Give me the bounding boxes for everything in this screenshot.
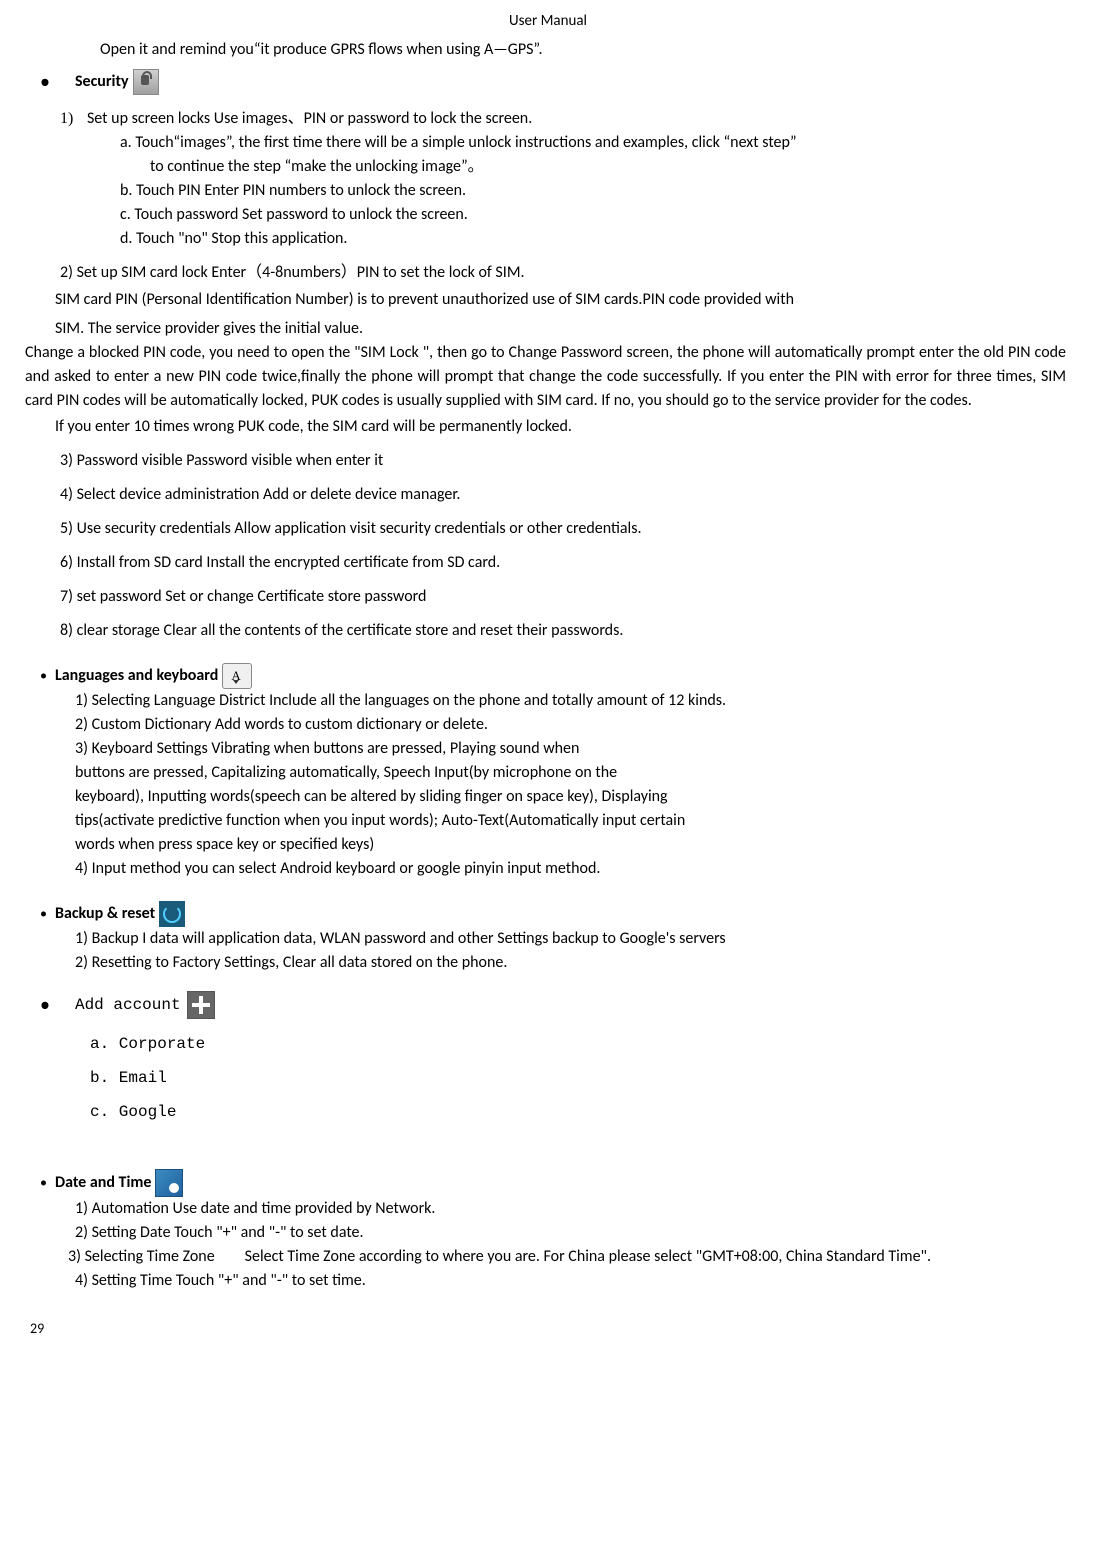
lang-item3-l3: keyboard), Inputting words(speech can be… <box>75 785 1076 809</box>
page-header: User Manual <box>20 10 1076 33</box>
sub-c: c. Touch password Set password to unlock… <box>120 203 1076 227</box>
dt-item1: 1) Automation Use date and time provided… <box>75 1197 1076 1221</box>
puk-warning: If you enter 10 times wrong PUK code, th… <box>55 415 1076 439</box>
item1-num: 1) <box>60 110 73 127</box>
item7: 7) set password Set or change Certificat… <box>60 585 1076 609</box>
backup-item2: 2) Resetting to Factory Settings, Clear … <box>75 951 1076 975</box>
pin-para2: SIM. The service provider gives the init… <box>55 317 1076 341</box>
pin-para1: SIM card PIN (Personal Identification Nu… <box>55 288 1076 312</box>
bullet: • <box>40 665 47 686</box>
item6: 6) Install from SD card Install the encr… <box>60 551 1076 575</box>
lang-item3-l4: tips(activate predictive function when y… <box>75 809 1076 833</box>
item2: 2) Set up SIM card lock Enter（4-8numbers… <box>60 261 1076 285</box>
bullet: • <box>40 1172 47 1193</box>
backup-title: Backup & reset <box>55 902 155 926</box>
languages-title: Languages and keyboard <box>55 664 218 688</box>
datetime-icon <box>155 1169 183 1197</box>
change-pin-para: Change a blocked PIN code, you need to o… <box>25 341 1066 413</box>
security-title: Security <box>75 70 129 94</box>
bullet: • <box>40 903 47 924</box>
bullet: • <box>40 990 50 1020</box>
add-icon <box>187 991 215 1019</box>
sub-a: a. Touch“images”, the first time there w… <box>120 131 1076 155</box>
datetime-title: Date and Time <box>55 1171 151 1195</box>
bullet: • <box>40 67 50 97</box>
add-opt-a: a. Corporate <box>90 1032 1076 1056</box>
lang-item4: 4) Input method you can select Android k… <box>75 857 1076 881</box>
lang-item3-l5: words when press space key or specified … <box>75 833 1076 857</box>
item4: 4) Select device administration Add or d… <box>60 483 1076 507</box>
backup-icon <box>159 901 185 927</box>
item1-text: Set up screen locks Use images、PIN or pa… <box>87 109 532 128</box>
dt-item2: 2) Setting Date Touch "+" and "-" to set… <box>75 1221 1076 1245</box>
keyboard-icon <box>222 663 252 689</box>
security-icon <box>133 69 159 95</box>
dt-item3-label: 3) Selecting Time Zone <box>68 1245 215 1269</box>
sub-a-cont: to continue the step “make the unlocking… <box>150 155 1076 179</box>
backup-item1: 1) Backup I data will application data, … <box>75 927 1076 951</box>
sub-d: d. Touch "no" Stop this application. <box>120 227 1076 251</box>
add-opt-b: b. Email <box>90 1066 1076 1090</box>
lang-item3-l2: buttons are pressed, Capitalizing automa… <box>75 761 1076 785</box>
lang-item3-l1: 3) Keyboard Settings Vibrating when butt… <box>75 737 1076 761</box>
dt-item3-text: Select Time Zone according to where you … <box>245 1245 931 1269</box>
dt-item4: 4) Setting Time Touch "+" and "-" to set… <box>75 1269 1076 1293</box>
page-number: 29 <box>30 1318 1076 1339</box>
item3: 3) Password visible Password visible whe… <box>60 449 1076 473</box>
opening-text: Open it and remind you“it produce GPRS f… <box>100 38 1076 62</box>
add-account-title: Add account <box>75 993 181 1017</box>
item5: 5) Use security credentials Allow applic… <box>60 517 1076 541</box>
lang-item1: 1) Selecting Language District Include a… <box>75 689 1076 713</box>
sub-b: b. Touch PIN Enter PIN numbers to unlock… <box>120 179 1076 203</box>
lang-item2: 2) Custom Dictionary Add words to custom… <box>75 713 1076 737</box>
item8: 8) clear storage Clear all the contents … <box>60 619 1076 643</box>
add-opt-c: c. Google <box>90 1100 1076 1124</box>
